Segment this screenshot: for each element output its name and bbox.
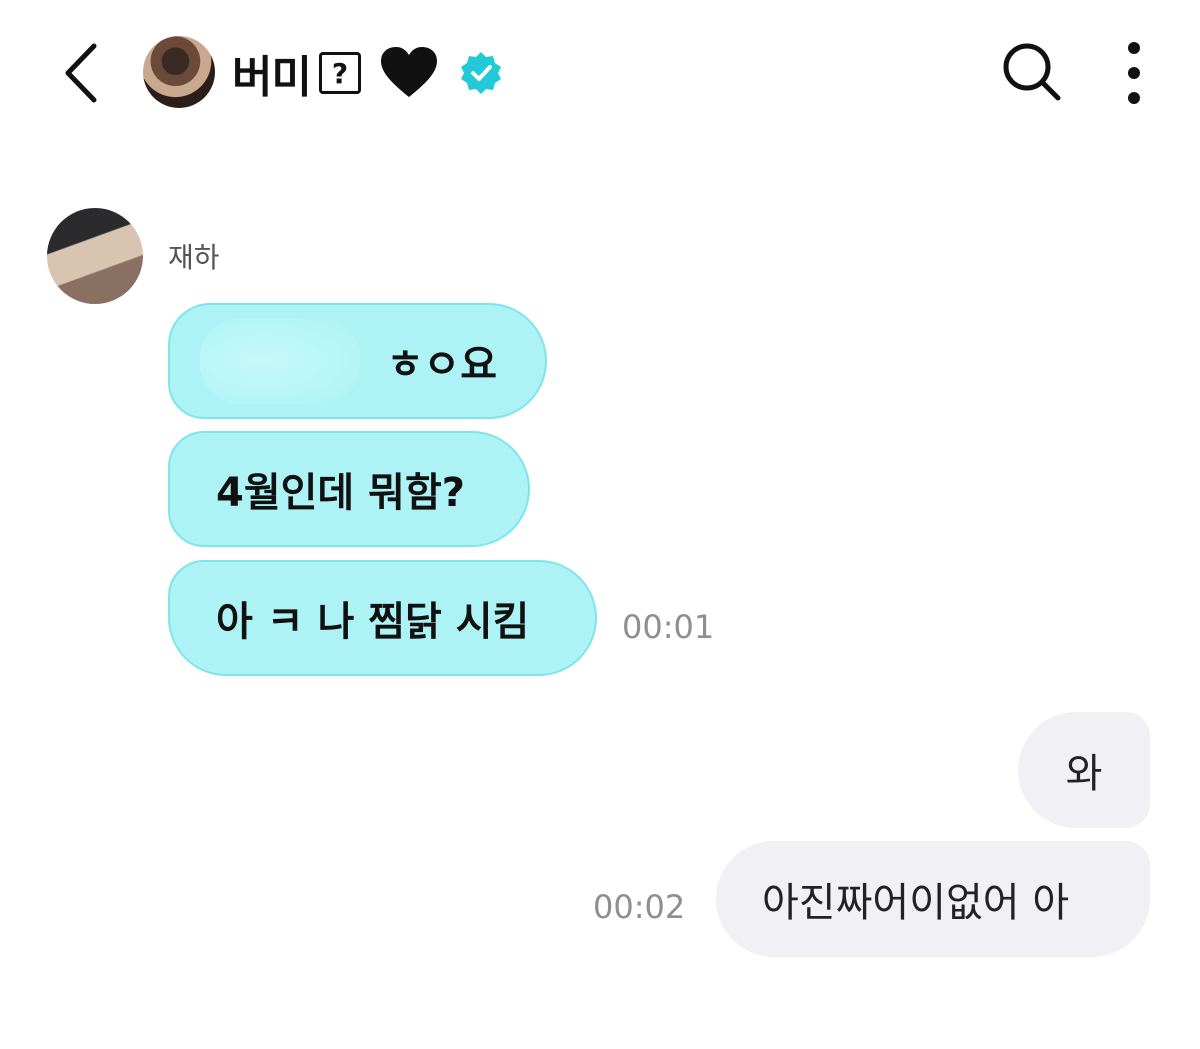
more-options-button[interactable] [1116,40,1152,106]
chat-header: 버미 ? [0,0,1200,145]
blurred-region [200,318,360,404]
message-bubble-outgoing[interactable]: 와 [1018,712,1150,828]
message-text: 4월인데 뭐함? [216,470,465,516]
chat-screen: 버미 ? 재하 ㅎㅇ요 4월인데 뭐함? 아 ㅋ 나 찜닭 시킴 00:01 와… [0,0,1200,1049]
contact-title[interactable]: 버미 ? [232,38,503,108]
search-button[interactable] [1000,40,1064,104]
back-button[interactable] [52,38,112,108]
sender-avatar[interactable] [47,208,143,304]
sender-name: 재하 [168,241,220,274]
message-text: ㅎㅇ요 [386,342,497,388]
message-bubble-outgoing[interactable]: 아진짜어이없어 아 [716,841,1150,957]
unknown-glyph: ? [318,52,361,94]
message-timestamp: 00:02 [593,888,686,926]
message-text: 아 ㅋ 나 찜닭 시킴 [216,599,530,645]
verified-badge-icon [460,52,501,94]
message-bubble-incoming[interactable]: 4월인데 뭐함? [168,431,530,547]
search-icon [1003,43,1061,101]
vertical-ellipsis-icon [1128,42,1140,104]
message-text: 아진짜어이없어 아 [762,880,1070,926]
contact-name: 버미 [232,52,312,103]
chevron-left-icon [65,43,97,103]
message-timestamp: 00:01 [622,608,715,646]
message-bubble-incoming[interactable]: 아 ㅋ 나 찜닭 시킴 [168,560,597,676]
message-text: 와 [1065,751,1103,797]
black-heart-icon [380,47,437,97]
contact-avatar[interactable] [143,36,215,108]
